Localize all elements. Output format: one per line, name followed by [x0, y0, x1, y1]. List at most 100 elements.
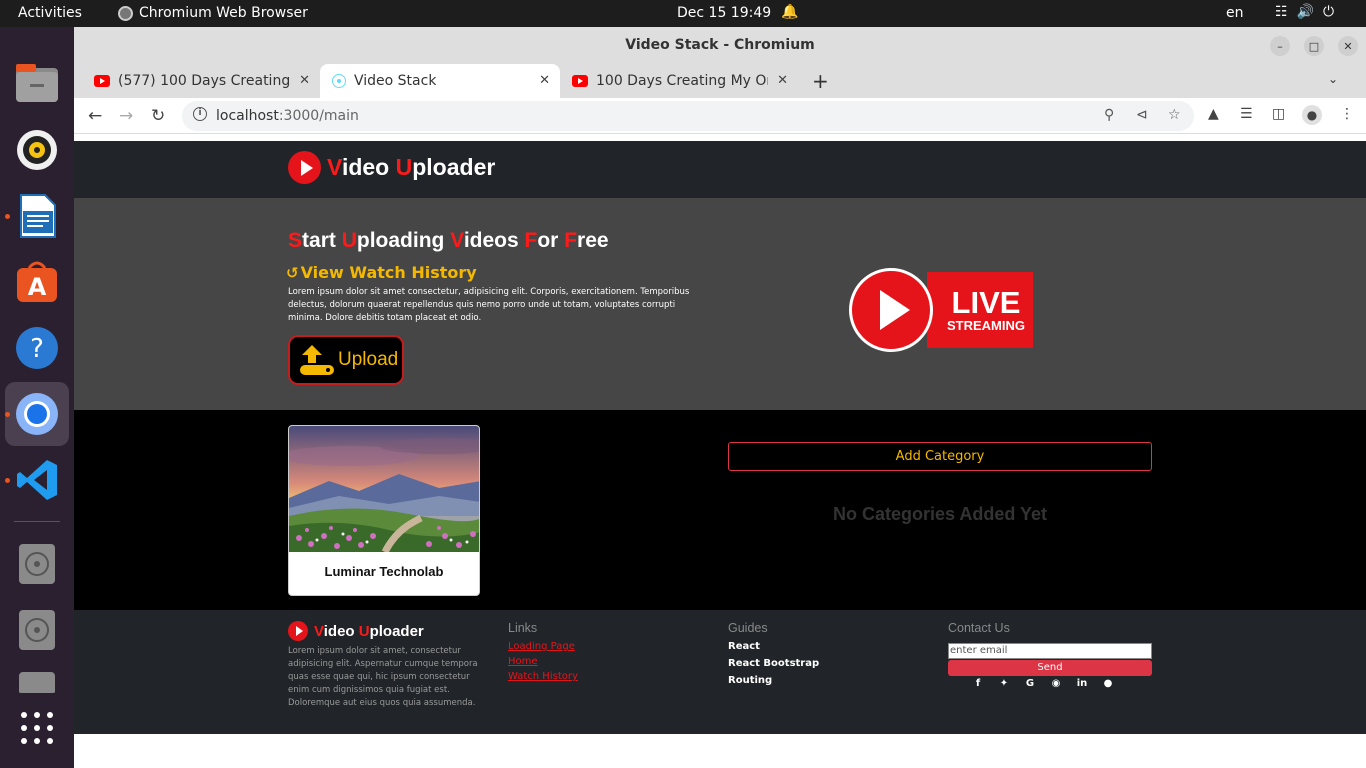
notification-bell-icon[interactable]: 🔔: [781, 4, 798, 20]
back-button[interactable]: ←: [88, 106, 102, 126]
minimize-button[interactable]: –: [1270, 36, 1290, 56]
power-icon: ⏻: [1323, 4, 1335, 20]
clock[interactable]: Dec 15 19:49: [677, 5, 771, 21]
youtube-icon: [572, 75, 588, 87]
footer-guides-column: Guides React React Bootstrap Routing: [728, 621, 819, 692]
footer-brand-name: Video Uploader: [314, 622, 424, 640]
dock: A ?: [0, 27, 74, 768]
close-tab-icon[interactable]: ✕: [777, 73, 788, 88]
history-icon: ↺: [286, 263, 299, 282]
reload-button[interactable]: ↻: [151, 106, 165, 126]
media-queue-icon[interactable]: ☰: [1240, 106, 1253, 122]
linkedin-icon[interactable]: in: [1076, 678, 1088, 689]
svg-text:?: ?: [30, 334, 44, 364]
tab-video-stack[interactable]: Video Stack ✕: [320, 64, 560, 98]
live-banner: LIVE STREAMING: [927, 272, 1033, 348]
site-footer: Video Uploader Lorem ipsum dolor sit ame…: [74, 610, 1366, 734]
forward-button[interactable]: →: [119, 106, 133, 126]
disk-icon[interactable]: [14, 541, 60, 587]
footer-contact-column: Contact Us: [948, 621, 1010, 641]
disk-icon[interactable]: [14, 607, 60, 653]
site-info-icon[interactable]: i: [193, 107, 207, 121]
hero-headline: Start Uploading Videos For Free: [288, 229, 609, 252]
close-tab-icon[interactable]: ✕: [539, 73, 550, 88]
show-apps-icon[interactable]: [14, 705, 60, 751]
url-text[interactable]: localhost:3000/main: [216, 108, 359, 124]
language-indicator[interactable]: en: [1226, 5, 1244, 21]
running-indicator: [5, 478, 10, 483]
video-thumbnail[interactable]: [289, 426, 479, 552]
link-watch-history[interactable]: Watch History: [508, 671, 578, 682]
chromium-icon: [118, 5, 133, 21]
google-icon[interactable]: G: [1024, 678, 1036, 689]
zoom-icon[interactable]: ⚲: [1104, 107, 1114, 123]
network-icon: ☷: [1275, 4, 1288, 20]
watch-history-label: View Watch History: [300, 263, 477, 282]
guide-react[interactable]: React: [728, 641, 819, 652]
system-tray[interactable]: ☷ 🔊 ⏻: [1275, 4, 1334, 20]
help-icon[interactable]: ?: [14, 325, 60, 371]
share-icon[interactable]: ⊲: [1136, 107, 1148, 123]
vscode-icon[interactable]: [14, 457, 60, 503]
upload-button[interactable]: Upload: [288, 335, 404, 385]
chromium-dock-icon[interactable]: [14, 391, 60, 437]
tab-label: (577) 100 Days Creating M: [118, 73, 294, 89]
menu-kebab-icon[interactable]: ⋮: [1340, 106, 1354, 122]
site-navbar: Video Uploader: [74, 141, 1366, 198]
footer-brand[interactable]: Video Uploader: [288, 621, 424, 641]
svg-text:A: A: [28, 273, 47, 301]
link-loading-page[interactable]: Loading Page: [508, 641, 578, 652]
brand-name: Video Uploader: [327, 154, 496, 180]
add-category-button[interactable]: Add Category: [728, 442, 1152, 471]
empty-categories-message: No Categories Added Yet: [832, 504, 1048, 524]
close-window-button[interactable]: ✕: [1338, 36, 1358, 56]
labs-icon[interactable]: ▲: [1208, 106, 1219, 122]
dock-separator: [14, 521, 60, 522]
facebook-icon[interactable]: f: [972, 678, 984, 689]
site-brand[interactable]: Video Uploader: [288, 151, 495, 184]
main-content: Luminar Technolab Add Category No Catego…: [74, 410, 1366, 610]
app-name: Chromium Web Browser: [139, 5, 308, 21]
title-bar[interactable]: Video Stack - Chromium – □ ✕: [74, 27, 1366, 64]
hero-description: Lorem ipsum dolor sit amet consectetur, …: [288, 287, 690, 323]
tab-label: 100 Days Creating My On: [596, 73, 768, 89]
app-center-icon[interactable]: A: [14, 259, 60, 305]
tab-youtube-2[interactable]: 100 Days Creating My On ✕: [560, 64, 798, 98]
twitter-icon[interactable]: ✦: [998, 678, 1010, 689]
activities-button[interactable]: Activities: [18, 5, 82, 21]
maximize-button[interactable]: □: [1304, 36, 1324, 56]
guide-react-bootstrap[interactable]: React Bootstrap: [728, 658, 819, 669]
video-card[interactable]: Luminar Technolab: [288, 425, 480, 596]
bookmark-star-icon[interactable]: ☆: [1168, 107, 1181, 123]
new-tab-button[interactable]: +: [812, 69, 829, 93]
rhythmbox-icon[interactable]: [14, 127, 60, 173]
tab-youtube-1[interactable]: (577) 100 Days Creating M ✕: [82, 64, 320, 98]
hero-section: Start Uploading Videos For Free ↺ View W…: [74, 198, 1366, 410]
app-menu[interactable]: Chromium Web Browser: [118, 5, 308, 21]
tab-label: Video Stack: [354, 73, 437, 89]
send-button[interactable]: Send: [948, 660, 1152, 676]
link-home[interactable]: Home: [508, 656, 578, 667]
side-panel-icon[interactable]: ◫: [1272, 106, 1285, 122]
tab-search-chevron-icon[interactable]: ⌄: [1328, 72, 1338, 86]
window-title: Video Stack - Chromium: [625, 37, 815, 53]
disk-icon[interactable]: [14, 671, 60, 693]
upload-label: Upload: [338, 349, 399, 370]
files-icon[interactable]: [14, 60, 60, 106]
guides-heading: Guides: [728, 621, 768, 635]
guide-routing[interactable]: Routing: [728, 675, 819, 686]
close-tab-icon[interactable]: ✕: [299, 73, 310, 88]
live-streaming-graphic: LIVE STREAMING: [849, 268, 1034, 352]
youtube-icon: [94, 75, 110, 87]
profile-avatar-icon[interactable]: ●: [1302, 105, 1322, 125]
github-icon[interactable]: ●: [1102, 678, 1114, 689]
web-page: Video Uploader Start Uploading Videos Fo…: [74, 141, 1366, 768]
play-logo-icon: [288, 621, 308, 641]
view-watch-history-link[interactable]: ↺ View Watch History: [286, 263, 477, 282]
instagram-icon[interactable]: ◉: [1050, 678, 1062, 689]
email-input[interactable]: enter email: [948, 643, 1152, 659]
address-bar[interactable]: i localhost:3000/main ⚲ ⊲ ☆: [182, 101, 1194, 131]
writer-icon[interactable]: [14, 193, 60, 239]
running-indicator: [5, 412, 10, 417]
contact-heading: Contact Us: [948, 621, 1010, 635]
